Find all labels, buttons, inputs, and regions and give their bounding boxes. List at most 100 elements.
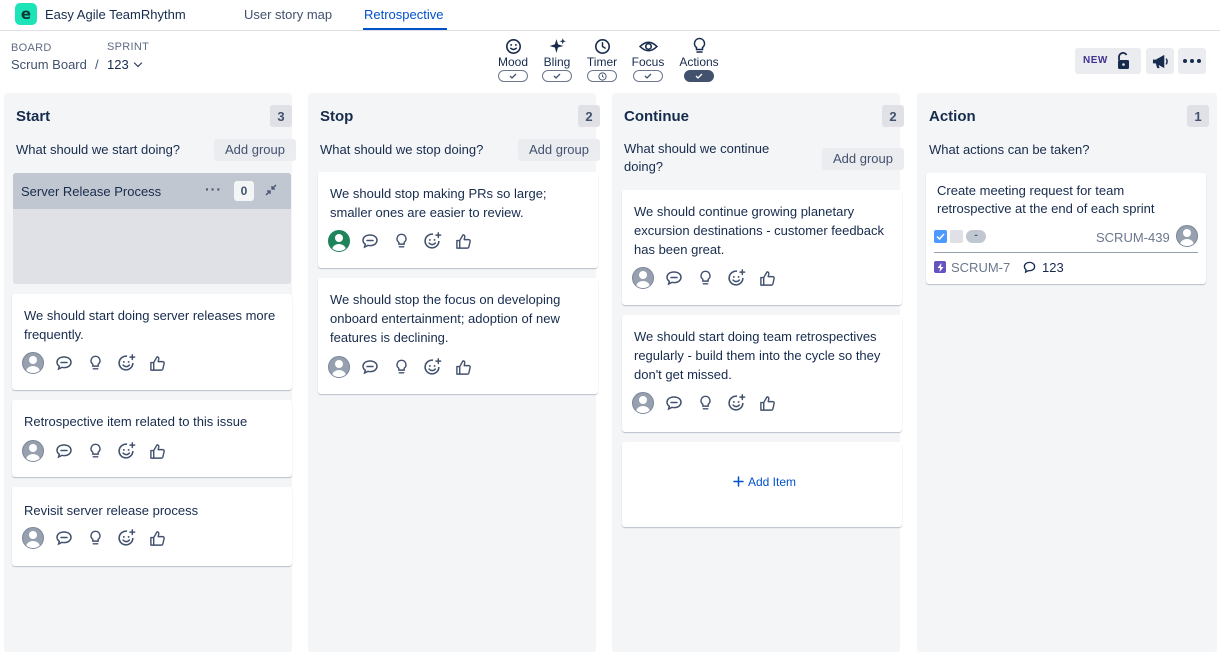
idea-button[interactable] [390, 356, 412, 378]
add-item-button[interactable]: Add Item [622, 442, 902, 527]
check-icon [695, 73, 703, 79]
task-checkbox[interactable] [934, 230, 947, 243]
retro-card[interactable]: We should stop making PRs so large; smal… [318, 172, 598, 268]
unlock-icon [1118, 52, 1129, 69]
avatar[interactable] [22, 440, 44, 462]
card-text: We should stop making PRs so large; smal… [330, 186, 547, 220]
column-count: 2 [882, 105, 904, 127]
focus-toggle[interactable] [633, 70, 663, 82]
announcements-button[interactable] [1146, 48, 1174, 74]
tab-retrospective[interactable]: Retrospective [364, 7, 443, 22]
more-options-button[interactable] [1178, 48, 1206, 74]
comment-count: 123 [1042, 260, 1064, 275]
vote-button[interactable] [452, 230, 474, 252]
vote-button[interactable] [146, 440, 168, 462]
new-feature-button[interactable]: NEW [1075, 48, 1141, 74]
epic-key-link[interactable]: SCRUM-7 [951, 260, 1010, 275]
sprint-selector[interactable]: 123 [107, 57, 142, 72]
check-icon [644, 73, 652, 79]
action-card[interactable]: Create meeting request for team retrospe… [926, 173, 1206, 284]
column-count: 2 [578, 105, 600, 127]
sprint-value: 123 [107, 57, 129, 72]
add-group-button[interactable]: Add group [822, 148, 904, 170]
check-icon [509, 73, 517, 79]
vote-button[interactable] [756, 267, 778, 289]
idea-button[interactable] [390, 230, 412, 252]
add-group-button[interactable]: Add group [518, 139, 600, 161]
avatar[interactable] [632, 392, 654, 414]
tool-actions[interactable]: Actions [672, 37, 726, 82]
thumbs-up-icon [455, 233, 471, 249]
comment-button[interactable] [359, 356, 381, 378]
vote-button[interactable] [452, 356, 474, 378]
column-action: Action 1 What actions can be taken? Crea… [917, 93, 1217, 652]
vote-button[interactable] [756, 392, 778, 414]
add-group-button[interactable]: Add group [214, 139, 296, 161]
board-label: BOARD [11, 42, 52, 54]
group-card[interactable]: Server Release Process ··· 0 [13, 173, 291, 284]
comment-button[interactable] [663, 267, 685, 289]
comment-button[interactable] [359, 230, 381, 252]
lightbulb-icon [89, 443, 101, 458]
idea-button[interactable] [694, 392, 716, 414]
tool-label: Actions [679, 55, 719, 69]
idea-button[interactable] [84, 440, 106, 462]
retro-card[interactable]: Revisit server release process [12, 487, 292, 566]
group-menu-button[interactable]: ··· [205, 181, 222, 197]
retro-card[interactable]: We should start doing server releases mo… [12, 294, 292, 390]
idea-button[interactable] [694, 267, 716, 289]
add-reaction-button[interactable] [115, 352, 137, 374]
column-continue: Continue 2 What should we continue doing… [612, 93, 904, 652]
idea-button[interactable] [84, 527, 106, 549]
avatar[interactable] [328, 230, 350, 252]
divider [934, 252, 1198, 253]
app-title: Easy Agile TeamRhythm [45, 7, 186, 22]
add-reaction-button[interactable] [421, 230, 443, 252]
bling-toggle[interactable] [542, 70, 572, 82]
lightbulb-icon [395, 359, 407, 374]
board-name[interactable]: Scrum Board [11, 57, 87, 72]
tool-focus[interactable]: Focus [621, 37, 675, 82]
add-reaction-icon [117, 528, 135, 546]
tab-user-story-map[interactable]: User story map [244, 7, 332, 22]
add-reaction-button[interactable] [115, 527, 137, 549]
avatar[interactable] [632, 267, 654, 289]
avatar[interactable] [22, 352, 44, 374]
app-logo[interactable]: e [15, 3, 37, 25]
lightbulb-icon [395, 233, 407, 248]
vote-button[interactable] [146, 527, 168, 549]
retro-card[interactable]: We should stop the focus on developing o… [318, 278, 598, 394]
status-pill[interactable]: - [966, 230, 986, 243]
timer-toggle[interactable] [587, 70, 617, 82]
vote-button[interactable] [146, 352, 168, 374]
active-tab-indicator [363, 28, 447, 30]
retro-card[interactable]: Retrospective item related to this issue [12, 400, 292, 477]
comment-button[interactable] [53, 440, 75, 462]
lightbulb-icon [693, 37, 705, 53]
group-count: 0 [234, 181, 254, 201]
mood-toggle[interactable] [498, 70, 528, 82]
add-reaction-button[interactable] [115, 440, 137, 462]
avatar[interactable] [22, 527, 44, 549]
issue-key-link[interactable]: SCRUM-439 [1096, 230, 1170, 245]
add-reaction-button[interactable] [725, 267, 747, 289]
card-text: Revisit server release process [24, 503, 199, 518]
column-count: 1 [1187, 105, 1209, 127]
add-reaction-button[interactable] [421, 356, 443, 378]
column-question: What should we start doing? [16, 142, 181, 157]
assignee-avatar[interactable] [1176, 225, 1198, 247]
retro-card[interactable]: We should start doing team retrospective… [622, 315, 902, 432]
comment-button[interactable] [663, 392, 685, 414]
avatar[interactable] [328, 356, 350, 378]
top-nav: e Easy Agile TeamRhythm User story map R… [0, 0, 1220, 31]
comment-button[interactable] [53, 352, 75, 374]
retro-card[interactable]: We should continue growing planetary exc… [622, 190, 902, 305]
comment-button[interactable] [53, 527, 75, 549]
card-text: We should stop the focus on developing o… [330, 292, 561, 345]
add-reaction-button[interactable] [725, 392, 747, 414]
idea-button[interactable] [84, 352, 106, 374]
new-badge: NEW [1083, 55, 1108, 66]
actions-toggle[interactable] [684, 70, 714, 82]
column-title: Continue [624, 108, 689, 125]
collapse-icon[interactable] [265, 184, 277, 196]
